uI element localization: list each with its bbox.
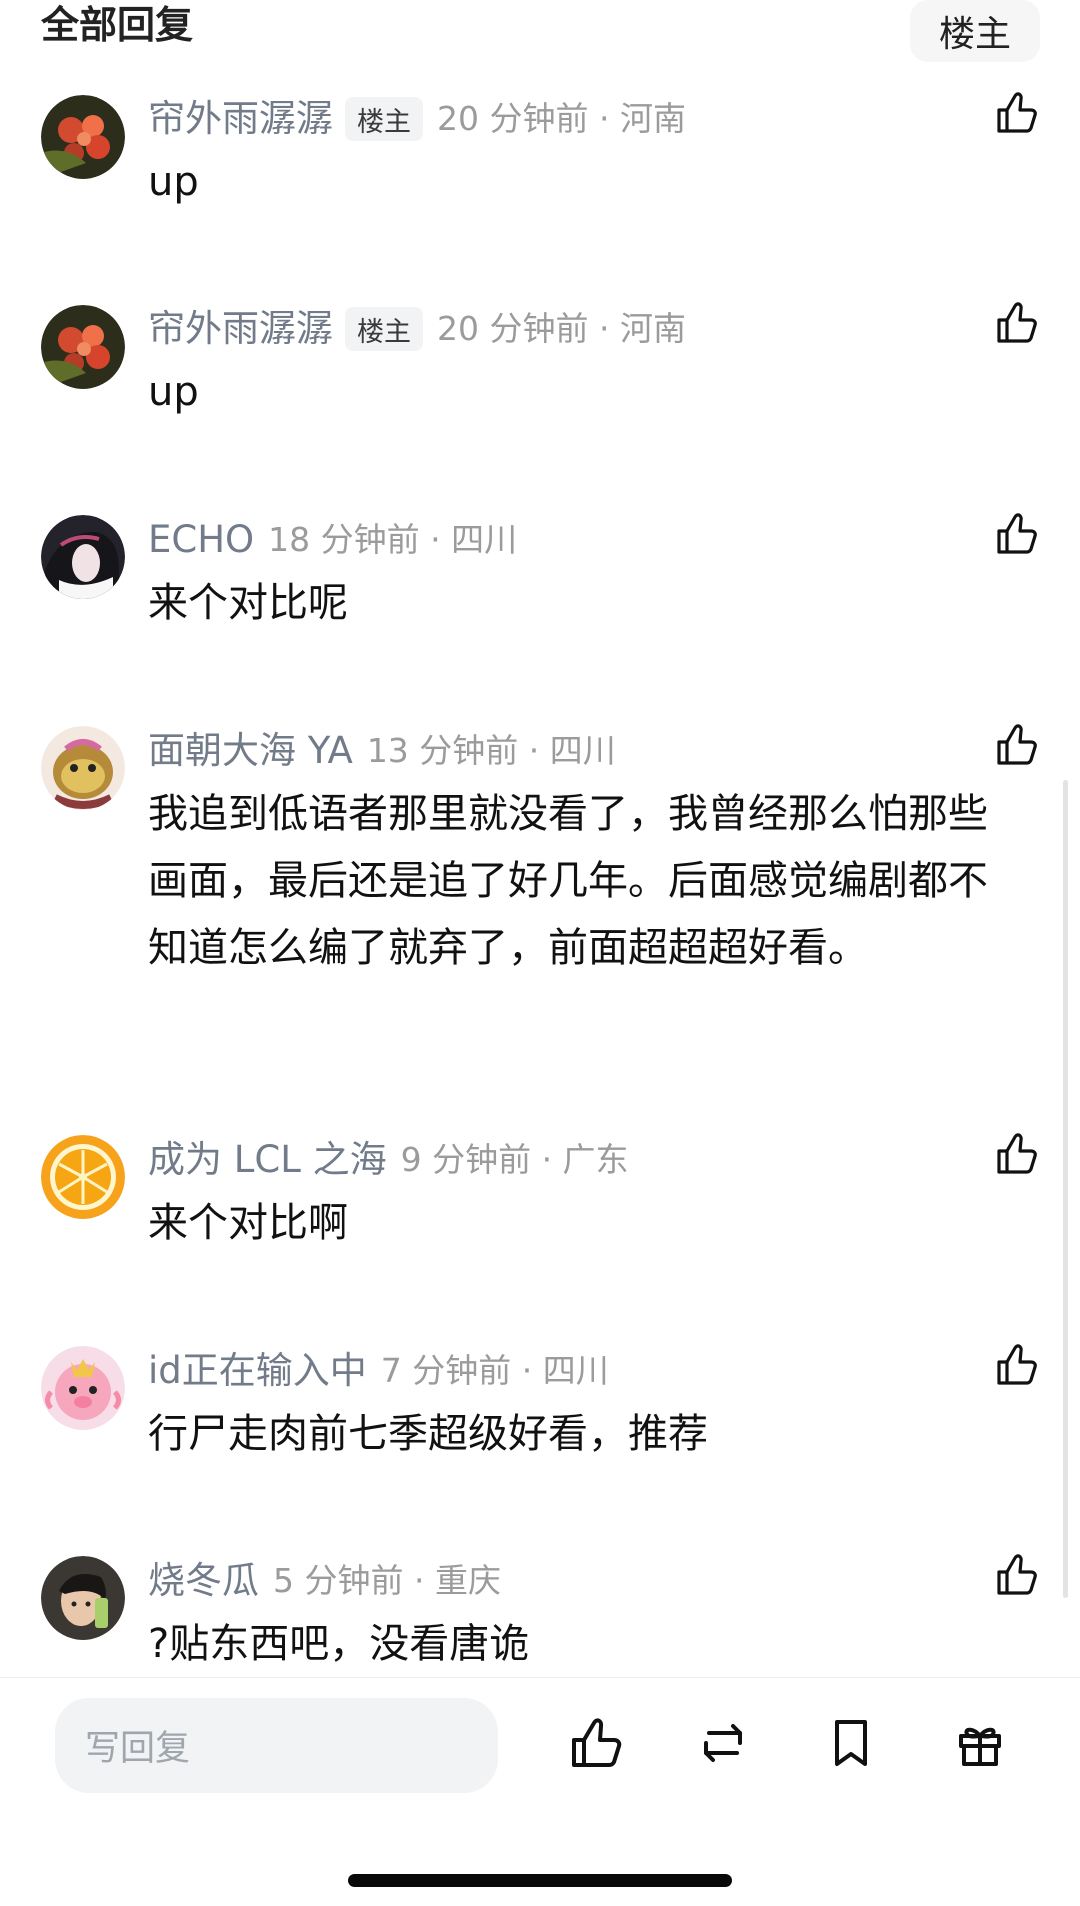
- thumb-up-icon[interactable]: [992, 88, 1042, 138]
- poster-badge: 楼主: [345, 97, 423, 141]
- thumb-up-icon[interactable]: [992, 509, 1042, 559]
- comment-meta: 面朝大海 YA 13 分钟前 · 四川: [148, 726, 616, 776]
- comment-meta: 帘外雨潺潺 楼主 20 分钟前 · 河南: [148, 94, 686, 144]
- username[interactable]: ECHO: [148, 515, 254, 565]
- comment-text: 来个对比呢: [148, 580, 348, 626]
- thumb-up-icon[interactable]: [992, 298, 1042, 348]
- comment-text: 行尸走肉前七季超级好看，推荐: [148, 1411, 708, 1457]
- poster-filter-button[interactable]: 楼主: [910, 0, 1040, 62]
- comment-time-location: 20 分钟前 · 河南: [437, 309, 686, 348]
- poster-badge: 楼主: [345, 307, 423, 351]
- comment-item: 帘外雨潺潺 楼主 20 分钟前 · 河南 up: [0, 92, 1080, 244]
- comment-item: 烧冬瓜 5 分钟前 · 重庆 ?贴东西吧，没看唐诡: [0, 1554, 1080, 1686]
- user-avatar[interactable]: [41, 305, 125, 389]
- all-replies-title: 全部回复: [41, 3, 194, 47]
- comment-text: up: [148, 159, 199, 205]
- comment-meta: 烧冬瓜 5 分钟前 · 重庆: [148, 1556, 501, 1606]
- username[interactable]: 成为 LCL 之海: [148, 1135, 387, 1185]
- comment-item: 成为 LCL 之海 9 分钟前 · 广东 来个对比啊: [0, 1133, 1080, 1285]
- bottom-action-bar: 写回复: [0, 1677, 1080, 1906]
- thumb-up-icon[interactable]: [992, 720, 1042, 770]
- comment-text: up: [148, 369, 199, 415]
- user-avatar[interactable]: [41, 515, 125, 599]
- username[interactable]: 面朝大海 YA: [148, 726, 353, 776]
- repost-icon[interactable]: [692, 1712, 754, 1774]
- comment-time-location: 20 分钟前 · 河南: [437, 99, 686, 138]
- user-avatar[interactable]: [41, 95, 125, 179]
- comment-text: 来个对比啊: [148, 1200, 348, 1246]
- comment-time-location: 5 分钟前 · 重庆: [273, 1561, 501, 1600]
- reply-input[interactable]: 写回复: [55, 1698, 498, 1793]
- username[interactable]: 帘外雨潺潺: [148, 304, 333, 354]
- user-avatar[interactable]: [41, 1556, 125, 1640]
- user-avatar[interactable]: [41, 1346, 125, 1430]
- thumb-up-icon[interactable]: [992, 1129, 1042, 1179]
- reply-header: 全部回复 楼主: [0, 0, 1080, 62]
- thumb-up-icon[interactable]: [566, 1712, 628, 1774]
- comment-text: 我追到低语者那里就没看了，我曾经那么怕那些画面，最后还是追了好几年。后面感觉编剧…: [148, 791, 988, 971]
- comment-text: ?贴东西吧，没看唐诡: [148, 1621, 530, 1667]
- comment-reply-page: 全部回复 楼主 帘外雨潺潺 楼主 20 分钟前 · 河南 up 帘外雨潺潺 楼主…: [0, 0, 1080, 1906]
- comment-meta: 帘外雨潺潺 楼主 20 分钟前 · 河南: [148, 304, 686, 354]
- comment-meta: id正在输入中 7 分钟前 · 四川: [148, 1346, 609, 1396]
- thumb-up-icon[interactable]: [992, 1340, 1042, 1390]
- comment-item: ECHO 18 分钟前 · 四川 来个对比呢: [0, 513, 1080, 665]
- user-avatar[interactable]: [41, 726, 125, 810]
- home-indicator: [348, 1874, 732, 1887]
- comment-item: 面朝大海 YA 13 分钟前 · 四川 我追到低语者那里就没看了，我曾经那么怕那…: [0, 724, 1080, 1056]
- comment-item: id正在输入中 7 分钟前 · 四川 行尸走肉前七季超级好看，推荐: [0, 1344, 1080, 1496]
- comment-time-location: 7 分钟前 · 四川: [380, 1351, 609, 1390]
- comment-time-location: 9 分钟前 · 广东: [400, 1140, 629, 1179]
- gift-icon[interactable]: [949, 1712, 1011, 1774]
- user-avatar[interactable]: [41, 1135, 125, 1219]
- thumb-up-icon[interactable]: [992, 1550, 1042, 1600]
- comment-meta: ECHO 18 分钟前 · 四川: [148, 515, 517, 565]
- comment-meta: 成为 LCL 之海 9 分钟前 · 广东: [148, 1135, 629, 1185]
- username[interactable]: 帘外雨潺潺: [148, 94, 333, 144]
- username[interactable]: id正在输入中: [148, 1346, 367, 1396]
- comment-time-location: 18 分钟前 · 四川: [268, 520, 518, 559]
- username[interactable]: 烧冬瓜: [148, 1556, 259, 1606]
- bookmark-icon[interactable]: [820, 1712, 882, 1774]
- comment-time-location: 13 分钟前 · 四川: [366, 731, 616, 770]
- comment-item: 帘外雨潺潺 楼主 20 分钟前 · 河南 up: [0, 302, 1080, 454]
- comments-scrollbar[interactable]: [1063, 780, 1068, 1598]
